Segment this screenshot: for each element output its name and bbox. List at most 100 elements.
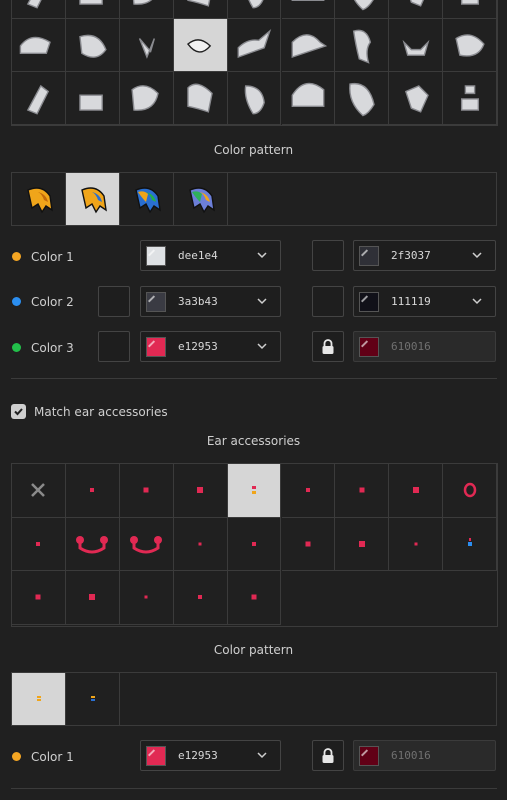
pattern-option[interactable] bbox=[66, 673, 120, 725]
color-2-primary-dropdown[interactable]: 3a3b43 bbox=[140, 286, 281, 317]
hair-style-option[interactable] bbox=[281, 19, 336, 72]
ear-accessory-preview-icon bbox=[35, 594, 41, 600]
hair-style-option[interactable] bbox=[119, 0, 174, 19]
ear-color-1-primary-dropdown[interactable]: e12953 bbox=[140, 740, 281, 771]
color-1-primary-dropdown[interactable]: dee1e4 bbox=[140, 240, 281, 271]
pattern-option[interactable] bbox=[120, 173, 174, 225]
hair-style-option[interactable] bbox=[389, 0, 444, 19]
ear-color-1-lock-button[interactable] bbox=[312, 740, 344, 771]
pattern-option[interactable] bbox=[12, 173, 66, 225]
lock-icon bbox=[322, 747, 334, 763]
hair-style-option[interactable] bbox=[173, 72, 228, 125]
ear-accessory-option[interactable] bbox=[227, 464, 282, 518]
ear-accessory-option[interactable] bbox=[335, 464, 390, 518]
hair-style-option[interactable] bbox=[173, 19, 228, 72]
hair-style-preview-icon bbox=[27, 0, 43, 9]
hair-style-option[interactable] bbox=[335, 19, 390, 72]
ear-accessory-option[interactable] bbox=[443, 517, 498, 571]
hair-style-option[interactable] bbox=[443, 0, 498, 19]
ear-accessory-option[interactable] bbox=[119, 517, 174, 571]
ear-accessory-option[interactable] bbox=[119, 571, 174, 625]
hex-value: 111119 bbox=[391, 295, 431, 308]
hex-value: 610016 bbox=[391, 340, 431, 353]
chevron-down-icon bbox=[257, 343, 267, 350]
color-pattern-selector bbox=[11, 172, 497, 226]
hair-style-option[interactable] bbox=[389, 19, 444, 72]
ear-accessory-option[interactable] bbox=[65, 517, 120, 571]
hair-style-preview-icon bbox=[133, 0, 153, 5]
pattern-option[interactable] bbox=[66, 173, 120, 225]
color-3-lock-button[interactable] bbox=[312, 331, 344, 362]
pattern-preview-icon bbox=[90, 696, 95, 701]
color-2-secondary-dropdown[interactable]: 111119 bbox=[353, 286, 496, 317]
hair-style-option[interactable] bbox=[119, 19, 174, 72]
color-1-secondary-dropdown[interactable]: 2f3037 bbox=[353, 240, 496, 271]
ear-accessory-preview-icon bbox=[143, 487, 149, 493]
color-1-secondary-toggle[interactable] bbox=[312, 240, 344, 271]
color-3-dot bbox=[12, 343, 21, 352]
hair-style-option[interactable] bbox=[12, 19, 66, 72]
ear-accessory-preview-icon bbox=[90, 488, 95, 493]
ear-accessory-option[interactable] bbox=[173, 464, 228, 518]
ear-accessory-option[interactable] bbox=[12, 571, 66, 625]
hair-style-option[interactable] bbox=[443, 72, 498, 125]
hex-value: 3a3b43 bbox=[178, 295, 218, 308]
hair-style-preview-icon bbox=[20, 36, 52, 55]
hair-style-option[interactable] bbox=[12, 72, 66, 125]
color-pattern-title: Color pattern bbox=[213, 143, 294, 157]
color-3-primary-dropdown[interactable]: e12953 bbox=[140, 331, 281, 362]
hair-style-option[interactable] bbox=[227, 72, 282, 125]
hair-style-option[interactable] bbox=[281, 0, 336, 19]
color-2-link-toggle[interactable] bbox=[98, 286, 130, 317]
ear-accessory-preview-icon bbox=[130, 535, 163, 554]
match-ear-accessories-checkbox[interactable] bbox=[11, 404, 26, 419]
hair-style-option[interactable] bbox=[227, 0, 282, 19]
pattern-option[interactable] bbox=[12, 673, 66, 725]
hair-style-option[interactable] bbox=[119, 72, 174, 125]
ear-accessory-option[interactable] bbox=[12, 517, 66, 571]
hair-style-preview-icon bbox=[291, 34, 328, 59]
ear-accessory-option[interactable] bbox=[119, 464, 174, 518]
hair-style-option[interactable] bbox=[335, 0, 390, 19]
ear-accessory-option[interactable] bbox=[443, 464, 498, 518]
ear-accessory-option[interactable] bbox=[65, 464, 120, 518]
hair-style-option[interactable] bbox=[335, 72, 390, 125]
hair-style-option[interactable] bbox=[65, 19, 120, 72]
hair-style-option[interactable] bbox=[281, 72, 336, 125]
hair-style-grid bbox=[11, 0, 498, 126]
ear-accessory-option[interactable] bbox=[227, 517, 282, 571]
ear-accessory-preview-icon bbox=[197, 487, 204, 494]
hair-pattern-preview-icon bbox=[134, 187, 161, 214]
ear-accessory-preview-icon bbox=[36, 541, 41, 546]
hair-style-option[interactable] bbox=[173, 0, 228, 19]
ear-accessory-option[interactable] bbox=[65, 571, 120, 625]
hair-style-option[interactable] bbox=[227, 19, 282, 72]
color-3-link-toggle[interactable] bbox=[98, 331, 130, 362]
hair-style-option[interactable] bbox=[443, 19, 498, 72]
hair-pattern-preview-icon bbox=[80, 187, 107, 214]
ear-accessory-option[interactable] bbox=[227, 571, 282, 625]
ear-accessory-preview-icon bbox=[252, 541, 257, 546]
ear-accessory-preview-icon bbox=[358, 540, 365, 547]
ear-accessory-option[interactable] bbox=[281, 464, 336, 518]
hair-style-option[interactable] bbox=[65, 0, 120, 19]
match-ear-accessories-label[interactable]: Match ear accessories bbox=[34, 405, 168, 419]
hair-style-option[interactable] bbox=[65, 72, 120, 125]
color-2-secondary-toggle[interactable] bbox=[312, 286, 344, 317]
ear-accessory-option[interactable] bbox=[389, 464, 444, 518]
chevron-down-icon bbox=[257, 752, 267, 759]
pattern-option[interactable] bbox=[174, 173, 228, 225]
ear-accessory-option[interactable] bbox=[281, 517, 336, 571]
hair-style-option[interactable] bbox=[12, 0, 66, 19]
ear-accessory-none-option[interactable] bbox=[12, 464, 66, 518]
ear-accessory-option[interactable] bbox=[173, 571, 228, 625]
hex-value: e12953 bbox=[178, 749, 218, 762]
hair-style-option[interactable] bbox=[389, 72, 444, 125]
color-swatch bbox=[146, 336, 166, 357]
ear-accessory-preview-icon bbox=[463, 483, 476, 498]
ear-accessory-option[interactable] bbox=[335, 517, 390, 571]
ear-accessory-option[interactable] bbox=[389, 517, 444, 571]
check-icon bbox=[14, 408, 23, 416]
ear-accessory-preview-icon bbox=[89, 594, 96, 601]
ear-accessory-option[interactable] bbox=[173, 517, 228, 571]
